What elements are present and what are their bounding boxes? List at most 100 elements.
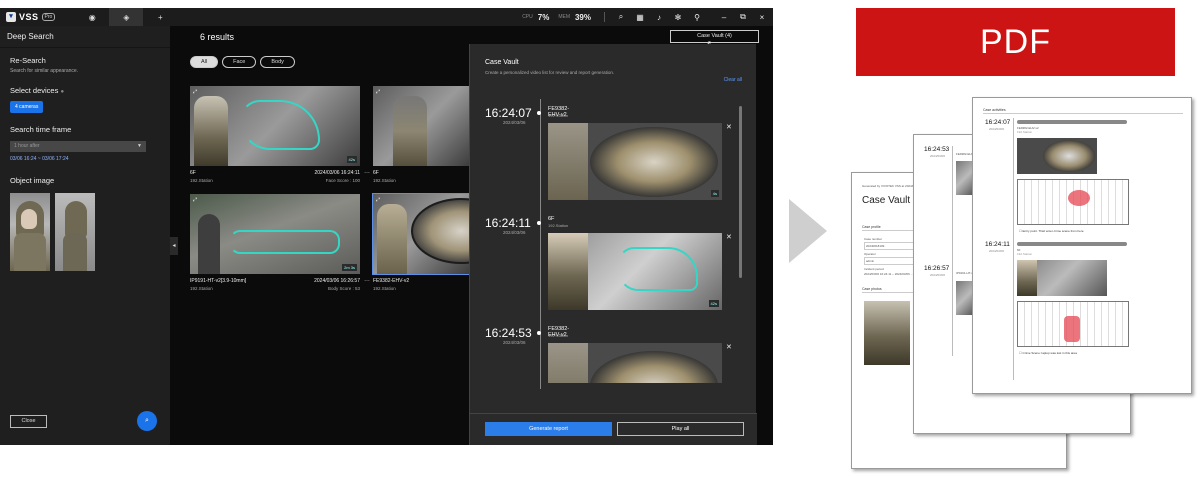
body-shape: [63, 233, 87, 271]
restore-icon[interactable]: ⧉: [736, 12, 750, 22]
card-station: 192.Station: [190, 178, 213, 183]
time-frame-value: 1 hour after: [14, 143, 40, 149]
deep-search-sidebar: Deep Search Re-Search Search for similar…: [0, 26, 170, 445]
vault-scrollbar[interactable]: [739, 106, 742, 278]
person-figure: [194, 96, 228, 166]
cameras-button[interactable]: 4 cameras: [10, 101, 44, 113]
object-thumbnail[interactable]: [10, 193, 50, 271]
object-thumbnail[interactable]: [55, 193, 95, 271]
clear-all-link[interactable]: Clear all: [724, 77, 742, 83]
entry-clip[interactable]: 42s: [548, 233, 722, 310]
timeline-line: [540, 99, 541, 389]
result-card[interactable]: ⤢ 42s 6F 2024/03/06 16:24:11 192.Station…: [190, 86, 370, 183]
card-camera: 6F: [373, 170, 379, 176]
entry-date: 2024/03/06: [503, 120, 526, 125]
filter-face[interactable]: Face: [222, 56, 257, 68]
composite-stage: ▾ VSS Pro ◉ ◈ + CPU 7% MEM 39% ⌕ ▦ ♪ ✻ ⚲…: [0, 0, 1200, 478]
filter-all[interactable]: All: [190, 56, 219, 68]
vivotek-logo-icon: ▾: [6, 12, 16, 22]
face-shape: [21, 209, 37, 229]
activity-photo: [1017, 260, 1107, 296]
cpu-value: 7%: [537, 12, 550, 22]
timeline-line: [1013, 118, 1014, 380]
bell-icon[interactable]: ♪: [652, 13, 666, 22]
timeline-line: [952, 146, 953, 356]
expand-icon[interactable]: ⤢: [193, 89, 197, 95]
activity-station: 192.Station: [1017, 130, 1033, 134]
more-options-icon[interactable]: …: [364, 277, 370, 283]
card-station: 192.Station: [373, 286, 396, 291]
select-devices-text: Select devices: [10, 86, 59, 95]
case-profile-heading: Case profile: [862, 225, 916, 231]
cpu-label: CPU: [522, 14, 533, 20]
entry-clip[interactable]: [548, 343, 722, 383]
filter-body[interactable]: Body: [260, 56, 295, 68]
app-logo: ▾ VSS Pro: [6, 12, 56, 22]
card-station: 192.Station: [373, 178, 396, 183]
re-search-subtitle: Search for similar appearance.: [10, 68, 79, 74]
case-vault-button[interactable]: Case Vault (4): [670, 30, 759, 43]
generate-report-button[interactable]: Generate report: [485, 422, 612, 436]
entry-station: 192.Station: [548, 223, 569, 228]
pro-badge: Pro: [41, 13, 56, 21]
remove-icon[interactable]: ✕: [726, 343, 732, 351]
pin-icon[interactable]: ⚲: [690, 13, 704, 22]
entry-clip[interactable]: 4s: [548, 123, 722, 200]
object-image-label: Object image: [10, 176, 55, 185]
floor-plan-map: [1017, 301, 1129, 347]
close-icon[interactable]: ×: [755, 13, 769, 22]
search-icon[interactable]: ⌕: [137, 411, 157, 431]
expand-icon[interactable]: ⤢: [193, 197, 197, 203]
vault-title: Case Vault: [485, 59, 519, 66]
results-count: 6 results: [200, 32, 235, 42]
card-meta: FE9382-EHV-v2: [373, 278, 469, 284]
grid-icon[interactable]: ▦: [633, 13, 647, 22]
arrow-right-icon: [789, 199, 827, 263]
activity-tag: [1017, 242, 1127, 246]
activity-time: 16:24:53: [924, 146, 950, 153]
card-meta: IP9191-HT-v2[3.9-10mm] 2024/03/06 16:26:…: [190, 278, 360, 284]
remove-icon[interactable]: ✕: [726, 123, 732, 131]
close-button[interactable]: Close: [10, 415, 47, 428]
add-tab-icon[interactable]: +: [143, 8, 177, 26]
duration-badge: 42s: [708, 300, 719, 307]
activity-note-text: Crime Scene: laptop was lost in this are…: [1022, 351, 1077, 355]
time-frame-select[interactable]: 1 hour after ▼: [10, 141, 146, 152]
card-camera: IP9191-HT-v2[3.9-10mm]: [190, 278, 247, 284]
vss-app-window: ▾ VSS Pro ◉ ◈ + CPU 7% MEM 39% ⌕ ▦ ♪ ✻ ⚲…: [0, 8, 773, 445]
vault-subtitle: Create a personalized video list for rev…: [485, 70, 615, 75]
case-photos-heading: Case photos: [862, 287, 916, 293]
minimize-icon[interactable]: –: [717, 13, 731, 22]
activity-note: ☐ Entry point. Thief enter crime scene f…: [1019, 229, 1084, 233]
result-card[interactable]: ⤢ 2m 3s IP9191-HT-v2[3.9-10mm] 2024/03/0…: [190, 194, 370, 291]
card-meta: 6F 2024/03/06 16:24:11: [190, 170, 360, 176]
gear-icon[interactable]: ✻: [671, 13, 685, 22]
result-card[interactable]: ⤢ FE9382-EHV-v2 192.Station: [372, 193, 470, 291]
time-range: 03/06 16:24 ~ 03/06 17:24: [10, 156, 69, 162]
deep-search-tab-icon[interactable]: ◈: [109, 8, 144, 26]
activity-time: 16:26:57: [924, 265, 950, 272]
activity-time: 16:24:07: [985, 119, 1011, 126]
collapse-sidebar-icon[interactable]: ◂: [170, 237, 178, 255]
search-icon[interactable]: ⌕: [614, 12, 628, 22]
case-activities-heading: Case activities: [983, 108, 1183, 114]
person-figure: [377, 204, 407, 274]
expand-icon[interactable]: ⤢: [376, 89, 380, 95]
eye-icon[interactable]: ◉: [75, 8, 109, 26]
re-search-block: Re-Search Search for similar appearance.: [0, 56, 170, 74]
more-options-icon[interactable]: …: [364, 169, 370, 175]
movement-trail: [240, 100, 320, 150]
divider: [604, 12, 605, 22]
card-score: Face Score : 100: [325, 178, 360, 183]
expand-icon[interactable]: ⤢: [376, 197, 380, 203]
remove-icon[interactable]: ✕: [726, 233, 732, 241]
activity-time: 16:24:11: [985, 241, 1010, 248]
entry-time: 16:24:53: [485, 326, 532, 340]
person-crop: [548, 343, 588, 383]
entry-time: 16:24:11: [485, 216, 531, 230]
result-card[interactable]: ⤢ 6F 192.Station: [373, 86, 469, 183]
activity-note: ☐ Crime Scene: laptop was lost in this a…: [1019, 351, 1077, 355]
play-all-button[interactable]: Play all: [617, 422, 744, 436]
report-title: Case Vault -: [862, 195, 917, 206]
result-thumbnail: ⤢ 2m 3s: [190, 194, 360, 274]
